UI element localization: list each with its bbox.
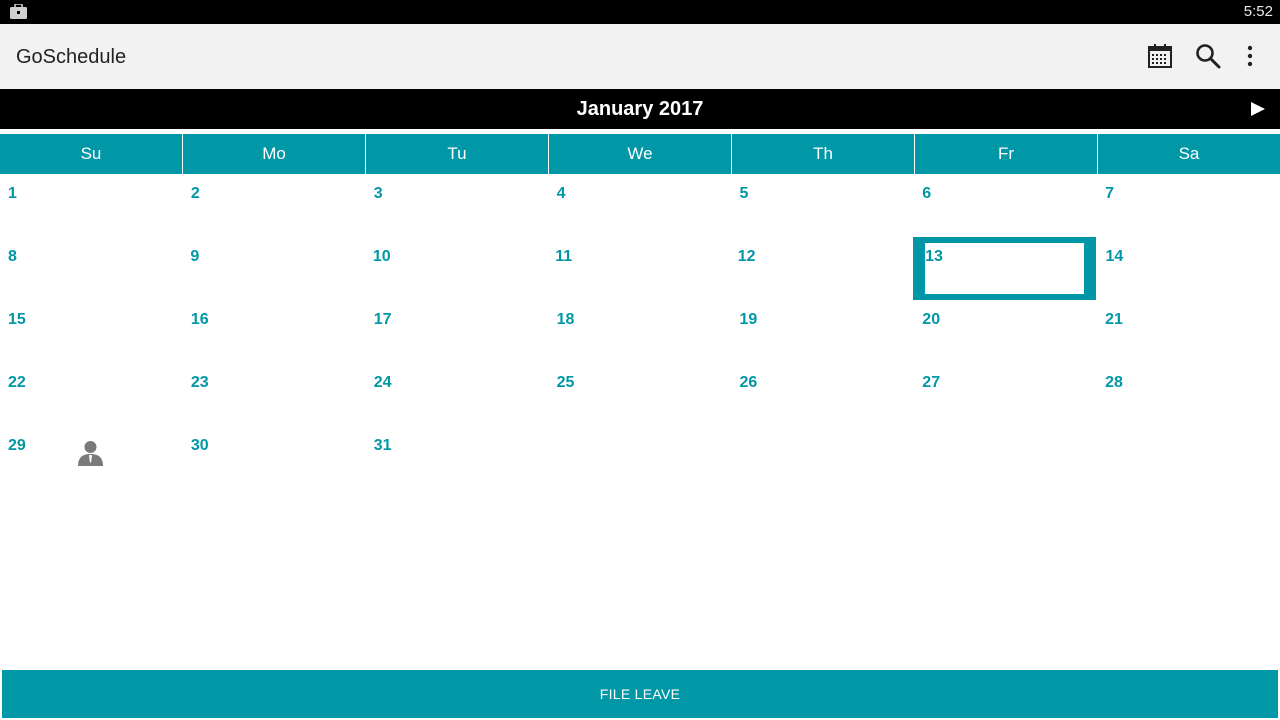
play-arrow-icon — [1251, 102, 1265, 116]
day-number: 15 — [8, 311, 26, 328]
calendar-day[interactable]: 4 — [549, 174, 732, 237]
search-button[interactable] — [1192, 40, 1224, 72]
calendar-day[interactable]: 16 — [183, 300, 366, 363]
week-row: 1 2 3 4 5 6 7 — [0, 174, 1280, 237]
weekday-label: Th — [732, 134, 915, 174]
calendar-day[interactable]: 18 — [549, 300, 732, 363]
day-number: 30 — [190, 437, 209, 454]
day-number: 1 — [8, 185, 17, 202]
weekday-label: Sa — [1178, 144, 1200, 163]
calendar-day[interactable]: 9 — [182, 237, 364, 300]
person-icon[interactable] — [77, 440, 104, 466]
search-icon — [1196, 44, 1221, 69]
day-number: 13 — [925, 248, 943, 265]
day-number: 20 — [922, 311, 941, 328]
day-number: 22 — [8, 374, 26, 391]
week-row: 8 9 10 11 12 13 14 — [0, 237, 1280, 300]
day-number: 18 — [556, 311, 575, 328]
next-month-button[interactable] — [1248, 99, 1268, 119]
day-number: 4 — [556, 185, 566, 202]
calendar-day[interactable]: 15 — [0, 300, 183, 363]
month-bar: January 2017 — [0, 89, 1280, 129]
calendar-day-empty — [731, 426, 914, 489]
day-number: 23 — [190, 374, 209, 391]
day-number: 12 — [737, 248, 756, 265]
weekday-label: Mo — [183, 134, 366, 174]
day-number: 21 — [1105, 311, 1123, 328]
calendar-day[interactable]: 20 — [914, 300, 1097, 363]
calendar-day[interactable]: 19 — [731, 300, 914, 363]
day-number: 16 — [190, 311, 209, 328]
calendar-day-empty — [914, 426, 1097, 489]
calendar-day[interactable]: 11 — [547, 237, 729, 300]
app-title: GoSchedule — [16, 46, 127, 68]
status-bar: 5:52 — [0, 0, 1280, 24]
overflow-menu-button[interactable] — [1234, 40, 1266, 72]
app-bar: GoSchedule — [0, 24, 1280, 89]
calendar-day[interactable]: 25 — [549, 363, 732, 426]
calendar-day-empty — [1097, 426, 1280, 489]
calendar-day[interactable]: 30 — [183, 426, 366, 489]
calendar-day[interactable]: 27 — [914, 363, 1097, 426]
day-number: 28 — [1105, 374, 1123, 391]
day-number: 27 — [922, 374, 941, 391]
calendar-day[interactable]: 10 — [365, 237, 547, 300]
calendar-button[interactable] — [1144, 40, 1176, 72]
calendar-day[interactable]: 23 — [183, 363, 366, 426]
day-number: 6 — [922, 185, 932, 202]
calendar-day-selected[interactable]: 13 — [913, 237, 1096, 300]
calendar-day[interactable]: 21 — [1097, 300, 1280, 363]
weekday-label: We — [549, 134, 732, 174]
day-number: 11 — [555, 248, 573, 265]
day-number: 10 — [372, 248, 391, 265]
calendar-day-empty — [549, 426, 732, 489]
calendar-day[interactable]: 29 — [0, 426, 183, 489]
weekday-label: Fr — [915, 134, 1098, 174]
weekday-label: Tu — [366, 134, 549, 174]
calendar-icon — [1148, 44, 1172, 68]
calendar-day[interactable]: 1 — [0, 174, 183, 237]
week-row: 29 30 31 — [0, 426, 1280, 489]
calendar-day[interactable]: 12 — [730, 237, 912, 300]
day-number: 31 — [373, 437, 392, 454]
day-number: 8 — [8, 248, 17, 265]
calendar-day[interactable]: 26 — [731, 363, 914, 426]
day-number: 26 — [739, 374, 758, 391]
month-title: January 2017 — [576, 98, 704, 120]
day-number: 7 — [1105, 185, 1115, 202]
calendar-day[interactable]: 5 — [731, 174, 914, 237]
calendar-grid: 1 2 3 4 5 6 7 8 9 10 11 12 13 14 15 16 1… — [0, 174, 1280, 489]
weekday-label: Su — [0, 134, 183, 174]
day-number: 5 — [739, 185, 749, 202]
day-number: 29 — [8, 437, 26, 454]
day-number: 2 — [190, 185, 200, 202]
file-leave-button[interactable]: FILE LEAVE — [2, 670, 1278, 718]
selected-day-highlight — [925, 243, 1084, 294]
day-number: 3 — [373, 185, 383, 202]
calendar-day[interactable]: 3 — [366, 174, 549, 237]
calendar-day[interactable]: 8 — [0, 237, 182, 300]
calendar-day[interactable]: 17 — [366, 300, 549, 363]
calendar-day[interactable]: 14 — [1098, 237, 1280, 300]
status-time: 5:52 — [1243, 3, 1273, 20]
overflow-menu-icon — [1247, 45, 1253, 67]
calendar-day[interactable]: 7 — [1097, 174, 1280, 237]
calendar-day[interactable]: 22 — [0, 363, 183, 426]
day-number: 25 — [556, 374, 575, 391]
day-number: 24 — [373, 374, 392, 391]
calendar-day[interactable]: 31 — [366, 426, 549, 489]
briefcase-icon — [10, 4, 27, 19]
day-number: 19 — [739, 311, 758, 328]
weekday-header: Su Mo Tu We Th Fr Sa — [0, 134, 1280, 174]
day-number: 17 — [373, 311, 392, 328]
calendar-day[interactable]: 6 — [914, 174, 1097, 237]
day-number: 14 — [1105, 248, 1124, 265]
week-row: 15 16 17 18 19 20 21 — [0, 300, 1280, 363]
week-row: 22 23 24 25 26 27 28 — [0, 363, 1280, 426]
calendar-day[interactable]: 24 — [366, 363, 549, 426]
calendar-day[interactable]: 28 — [1097, 363, 1280, 426]
day-number: 9 — [190, 248, 200, 265]
calendar-day[interactable]: 2 — [183, 174, 366, 237]
